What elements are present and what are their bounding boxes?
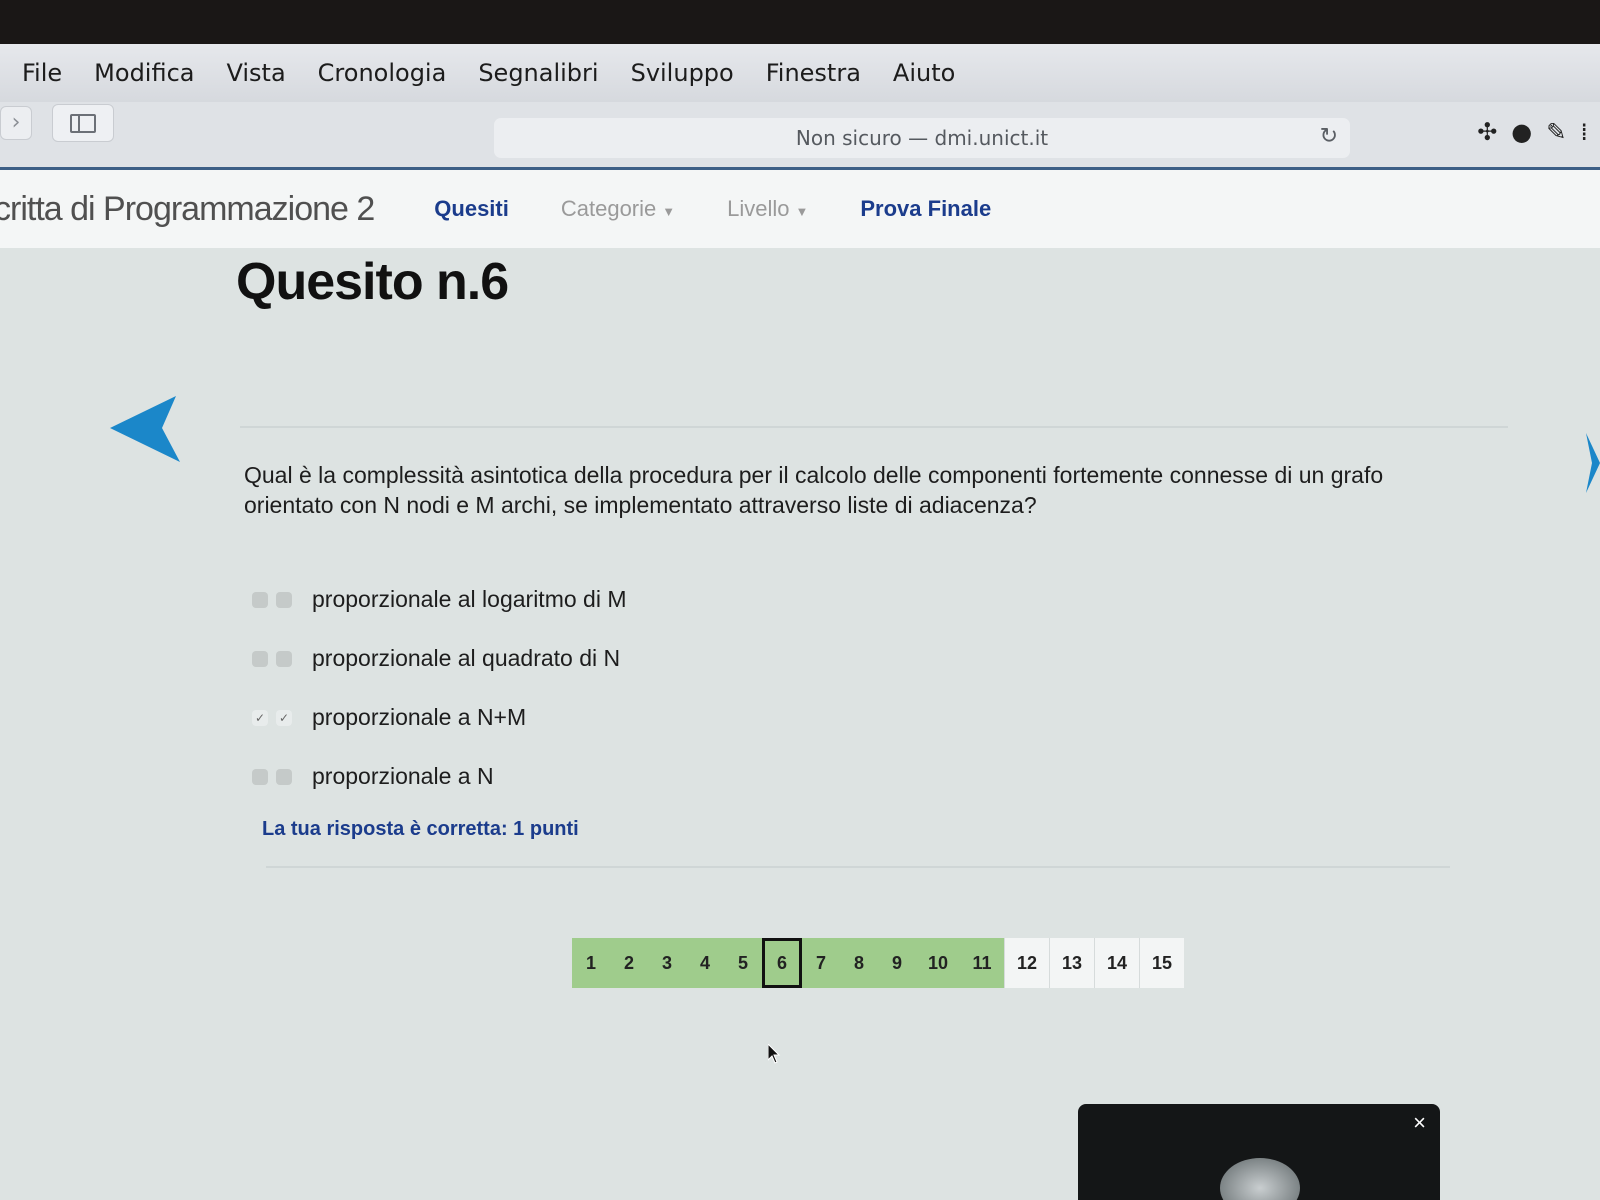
page-7[interactable]: 7 [802,938,840,988]
dark-mode-icon[interactable]: ● [1511,120,1532,144]
site-title[interactable]: critta di Programmazione 2 [0,190,375,229]
next-arrow-shape [1586,433,1600,493]
page-2[interactable]: 2 [610,938,648,988]
checkbox[interactable] [276,650,292,667]
menu-bar: File Modifica Vista Cronologia Segnalibr… [0,44,1600,102]
pen-icon[interactable]: ✎ [1546,120,1566,144]
menu-segnalibri[interactable]: Segnalibri [478,59,598,87]
address-bar[interactable]: Non sicuro — dmi.unict.it ↻ [494,118,1350,158]
extension-icons: ✣ ● ✎ ⁞ [1477,120,1588,144]
site-navbar: critta di Programmazione 2 Quesiti Categ… [0,170,1600,248]
reload-icon[interactable]: ↻ [1320,124,1338,149]
option-label: proporzionale al logaritmo di M [312,586,627,612]
quiz-content: Quesito n.6 Qual è la complessità asinto… [0,248,1600,1200]
mouse-cursor-icon [768,1044,781,1064]
answer-option[interactable]: proporzionale a N [252,747,627,806]
sidebar-button[interactable] [52,104,114,142]
checkbox[interactable] [252,768,268,785]
answer-option[interactable]: proporzionale al quadrato di N [252,629,627,688]
sidebar-icon [70,114,96,133]
video-thumbnail [1220,1158,1300,1200]
nav-livello-dropdown[interactable]: Livello ▼ [727,196,808,222]
menu-cronologia[interactable]: Cronologia [318,59,447,87]
back-icon[interactable]: › [0,106,32,140]
next-arrow-icon[interactable] [1586,433,1600,493]
menu-modifica[interactable]: Modifica [94,59,194,87]
menu-finestra[interactable]: Finestra [766,59,861,87]
option-label: proporzionale a N+M [312,704,527,730]
page-3[interactable]: 3 [648,938,686,988]
video-overlay[interactable]: × [1078,1104,1440,1200]
checkbox[interactable] [276,591,292,608]
menu-file[interactable]: File [22,59,62,87]
option-checkboxes [252,650,312,667]
page-4[interactable]: 4 [686,938,724,988]
option-label: proporzionale al quadrato di N [312,645,621,671]
nav-prova-finale[interactable]: Prova Finale [860,196,991,222]
option-label: proporzionale a N [312,763,494,789]
menu-vista[interactable]: Vista [226,59,285,87]
cursor-shape [768,1044,781,1064]
page-6-current[interactable]: 6 [762,938,802,988]
checkmark-icon[interactable]: ✓ [252,709,268,726]
caret-down-icon: ▼ [795,204,809,219]
nav-categorie-label: Categorie [560,196,657,221]
option-checkboxes [252,768,312,785]
page-title: Quesito n.6 [236,253,509,311]
page-10[interactable]: 10 [916,938,960,988]
menu-aiuto[interactable]: Aiuto [893,59,955,87]
checkbox[interactable] [252,650,268,667]
answer-option-selected[interactable]: ✓ ✓ proporzionale a N+M [252,688,627,747]
caret-down-icon: ▼ [662,204,676,219]
nav-livello-label: Livello [727,196,790,221]
page-14[interactable]: 14 [1094,938,1139,988]
answer-options: proporzionale al logaritmo di M proporzi… [252,570,627,806]
question-pagination: 1 2 3 4 5 6 7 8 9 10 11 12 13 14 15 [572,938,1184,988]
page-15[interactable]: 15 [1139,938,1184,988]
divider [266,866,1450,868]
page-13[interactable]: 13 [1049,938,1094,988]
page-9[interactable]: 9 [878,938,916,988]
answer-option[interactable]: proporzionale al logaritmo di M [252,570,627,629]
checkbox[interactable] [252,591,268,608]
page-11[interactable]: 11 [960,938,1004,988]
url-text: Non sicuro — dmi.unict.it [795,126,1049,150]
nav-quesiti[interactable]: Quesiti [434,196,509,222]
option-checkboxes [252,591,312,608]
question-text: Qual è la complessità asintotica della p… [244,462,1384,518]
answer-feedback: La tua risposta è corretta: 1 punti [262,818,579,840]
menu-sviluppo[interactable]: Sviluppo [631,59,734,87]
page-12[interactable]: 12 [1004,938,1049,988]
checkbox[interactable] [276,768,292,785]
page-5[interactable]: 5 [724,938,762,988]
divider [240,426,1508,428]
page-8[interactable]: 8 [840,938,878,988]
browser-toolbar: › Non sicuro — dmi.unict.it ↻ ✣ ● ✎ ⁞ [0,102,1600,170]
nav-categorie-dropdown[interactable]: Categorie ▼ [561,196,675,222]
dropbox-icon[interactable]: ✣ [1477,120,1497,144]
option-checkboxes: ✓ ✓ [252,709,312,726]
checkmark-icon[interactable]: ✓ [276,709,292,726]
close-icon[interactable]: × [1413,1110,1426,1136]
page-1[interactable]: 1 [572,938,610,988]
extension-icon[interactable]: ⁞ [1580,120,1588,144]
previous-arrow-icon[interactable] [110,396,186,466]
previous-arrow-shape [110,396,180,462]
